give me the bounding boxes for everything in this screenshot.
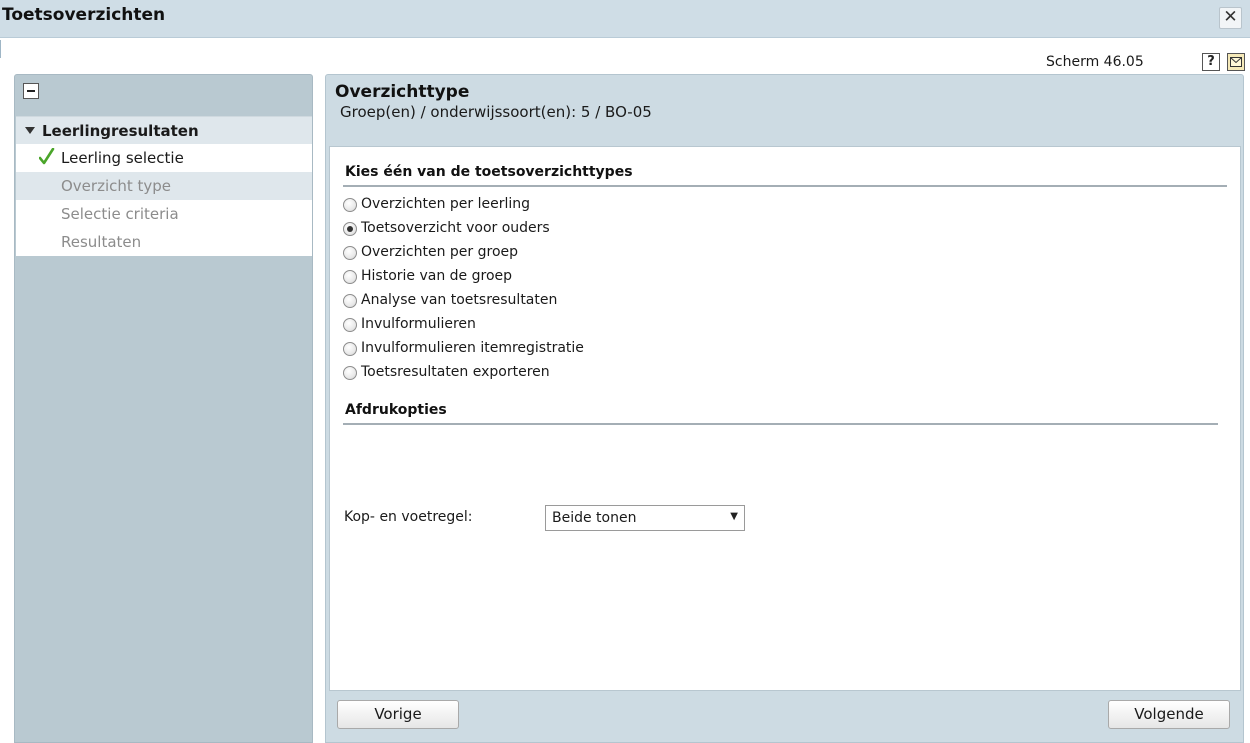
- select-value: Beide tonen: [552, 510, 637, 526]
- radio-button[interactable]: [343, 318, 357, 332]
- help-icon[interactable]: ?: [1202, 53, 1220, 71]
- section-divider: [343, 185, 1227, 187]
- next-button[interactable]: Volgende: [1108, 700, 1230, 729]
- sidebar-item-label: Leerling selectie: [61, 149, 184, 167]
- radio-label: Invulformulieren itemregistratie: [361, 340, 584, 356]
- section-divider: [343, 423, 1218, 425]
- radio-button[interactable]: [343, 198, 357, 212]
- mail-icon[interactable]: [1227, 53, 1245, 71]
- radio-label: Analyse van toetsresultaten: [361, 292, 558, 308]
- print-section-title: Afdrukopties: [345, 402, 447, 418]
- radio-label: Overzichten per groep: [361, 244, 519, 260]
- header-footer-select[interactable]: Beide tonen ▼: [545, 505, 745, 531]
- content-area: Kies één van de toetsoverzichttypes Over…: [329, 146, 1241, 691]
- header-footer-label: Kop- en voetregel:: [344, 509, 473, 525]
- radio-button[interactable]: [343, 294, 357, 308]
- sidebar-item-label: Selectie criteria: [61, 205, 179, 223]
- sidebar-group-label: Leerlingresultaten: [42, 122, 199, 140]
- sidebar-item-selectie-criteria[interactable]: Selectie criteria: [16, 200, 312, 228]
- radio-button[interactable]: [343, 246, 357, 260]
- window-title: Toetsoverzichten: [2, 5, 166, 25]
- edge-divider: [0, 40, 1, 58]
- checkmark-icon: [39, 148, 55, 165]
- radio-button[interactable]: [343, 270, 357, 284]
- radio-label: Invulformulieren: [361, 316, 476, 332]
- sidebar-nav: Leerling selectie Overzicht type Selecti…: [16, 144, 312, 256]
- title-bar: Toetsoverzichten ✕: [0, 0, 1250, 38]
- sidebar-item-label: Overzicht type: [61, 177, 172, 195]
- radio-label: Historie van de groep: [361, 268, 513, 284]
- sidebar-item-overzicht-type[interactable]: Overzicht type: [16, 172, 312, 200]
- radio-label: Overzichten per leerling: [361, 196, 531, 212]
- radio-label: Toetsoverzicht voor ouders: [361, 220, 550, 236]
- collapse-icon[interactable]: [23, 83, 39, 99]
- radio-button[interactable]: [343, 222, 357, 236]
- sidebar-item-label: Resultaten: [61, 233, 142, 251]
- main-panel: Overzichttype Groep(en) / onderwijssoort…: [325, 74, 1244, 743]
- sidebar-item-leerling-selectie[interactable]: Leerling selectie: [16, 144, 312, 172]
- screen-number: Scherm 46.05: [1046, 54, 1144, 70]
- sidebar-item-resultaten[interactable]: Resultaten: [16, 228, 312, 256]
- radio-button[interactable]: [343, 366, 357, 380]
- chevron-down-icon: ▼: [730, 511, 738, 522]
- expand-triangle-icon: [25, 127, 35, 134]
- radio-label: Toetsresultaten exporteren: [361, 364, 550, 380]
- sidebar: Leerlingresultaten Leerling selectie Ove…: [14, 74, 313, 743]
- previous-button[interactable]: Vorige: [337, 700, 459, 729]
- radio-button[interactable]: [343, 342, 357, 356]
- close-icon[interactable]: ✕: [1219, 7, 1242, 29]
- types-section-title: Kies één van de toetsoverzichttypes: [345, 164, 633, 180]
- page-subtitle: Groep(en) / onderwijssoort(en): 5 / BO-0…: [340, 103, 652, 121]
- sidebar-group-header[interactable]: Leerlingresultaten: [16, 116, 312, 144]
- page-title: Overzichttype: [335, 82, 470, 102]
